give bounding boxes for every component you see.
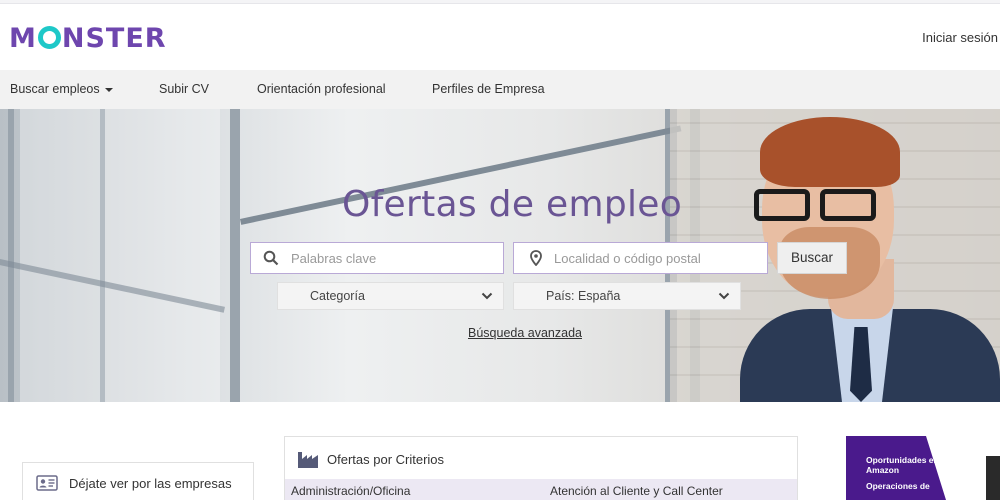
ad-text: Oportunidades en Amazon Operaciones de xyxy=(866,455,941,491)
main-nav: Buscar empleos Subir CV Orientación prof… xyxy=(0,70,1000,109)
country-select[interactable]: País: España xyxy=(513,282,741,310)
category-link[interactable]: Atención al Cliente y Call Center xyxy=(550,484,723,498)
nav-item-buscar-empleos[interactable]: Buscar empleos xyxy=(10,82,113,96)
criteria-card: Ofertas por Criterios Administración/Ofi… xyxy=(284,436,798,500)
hair xyxy=(760,117,900,187)
nav-item-orientacion[interactable]: Orientación profesional xyxy=(257,82,386,96)
location-placeholder: Localidad o código postal xyxy=(554,251,701,266)
id-card-icon xyxy=(36,475,58,491)
advanced-search-link[interactable]: Búsqueda avanzada xyxy=(468,326,582,340)
ad-dark-shape xyxy=(986,456,1000,500)
location-input[interactable]: Localidad o código postal xyxy=(513,242,768,274)
signin-link[interactable]: Iniciar sesión xyxy=(922,30,998,45)
keywords-input[interactable]: Palabras clave xyxy=(250,242,504,274)
window-frame xyxy=(100,109,105,402)
chevron-down-icon xyxy=(481,292,493,300)
visibility-card-label: Déjate ver por las empresas xyxy=(69,476,232,491)
window-frame xyxy=(230,109,240,402)
nav-item-subir-cv[interactable]: Subir CV xyxy=(159,82,209,96)
criteria-title: Ofertas por Criterios xyxy=(327,452,445,467)
amazon-ad-banner[interactable]: Oportunidades en Amazon Operaciones de xyxy=(846,436,1000,500)
window-frame xyxy=(8,109,14,402)
category-select-value: Categoría xyxy=(310,289,365,303)
nav-item-label: Buscar empleos xyxy=(10,82,100,96)
country-select-value: País: España xyxy=(546,289,621,303)
category-select[interactable]: Categoría xyxy=(277,282,504,310)
nav-item-perfiles[interactable]: Perfiles de Empresa xyxy=(432,82,545,96)
search-icon xyxy=(263,250,279,266)
ad-text-line: Oportunidades en Amazon xyxy=(866,455,939,475)
monster-logo[interactable]: M NSTER xyxy=(9,24,167,54)
site-header: M NSTER Iniciar sesión xyxy=(0,4,1000,70)
logo-letters-rest: NSTER xyxy=(61,23,167,54)
ad-text-line: Operaciones de xyxy=(866,481,930,491)
chevron-down-icon xyxy=(718,292,730,300)
location-pin-icon xyxy=(530,250,542,266)
search-button[interactable]: Buscar xyxy=(777,242,847,274)
factory-icon xyxy=(298,452,318,468)
logo-o-ring xyxy=(37,26,61,49)
hero-title: Ofertas de empleo xyxy=(341,184,683,225)
category-link[interactable]: Administración/Oficina xyxy=(291,484,410,498)
window-pane xyxy=(20,109,220,402)
keywords-placeholder: Palabras clave xyxy=(291,251,377,266)
criteria-category-row: Administración/Oficina Atención al Clien… xyxy=(285,479,797,500)
logo-letter-m: M xyxy=(9,23,37,54)
visibility-card[interactable]: Déjate ver por las empresas xyxy=(22,462,254,500)
caret-down-icon xyxy=(104,87,113,92)
